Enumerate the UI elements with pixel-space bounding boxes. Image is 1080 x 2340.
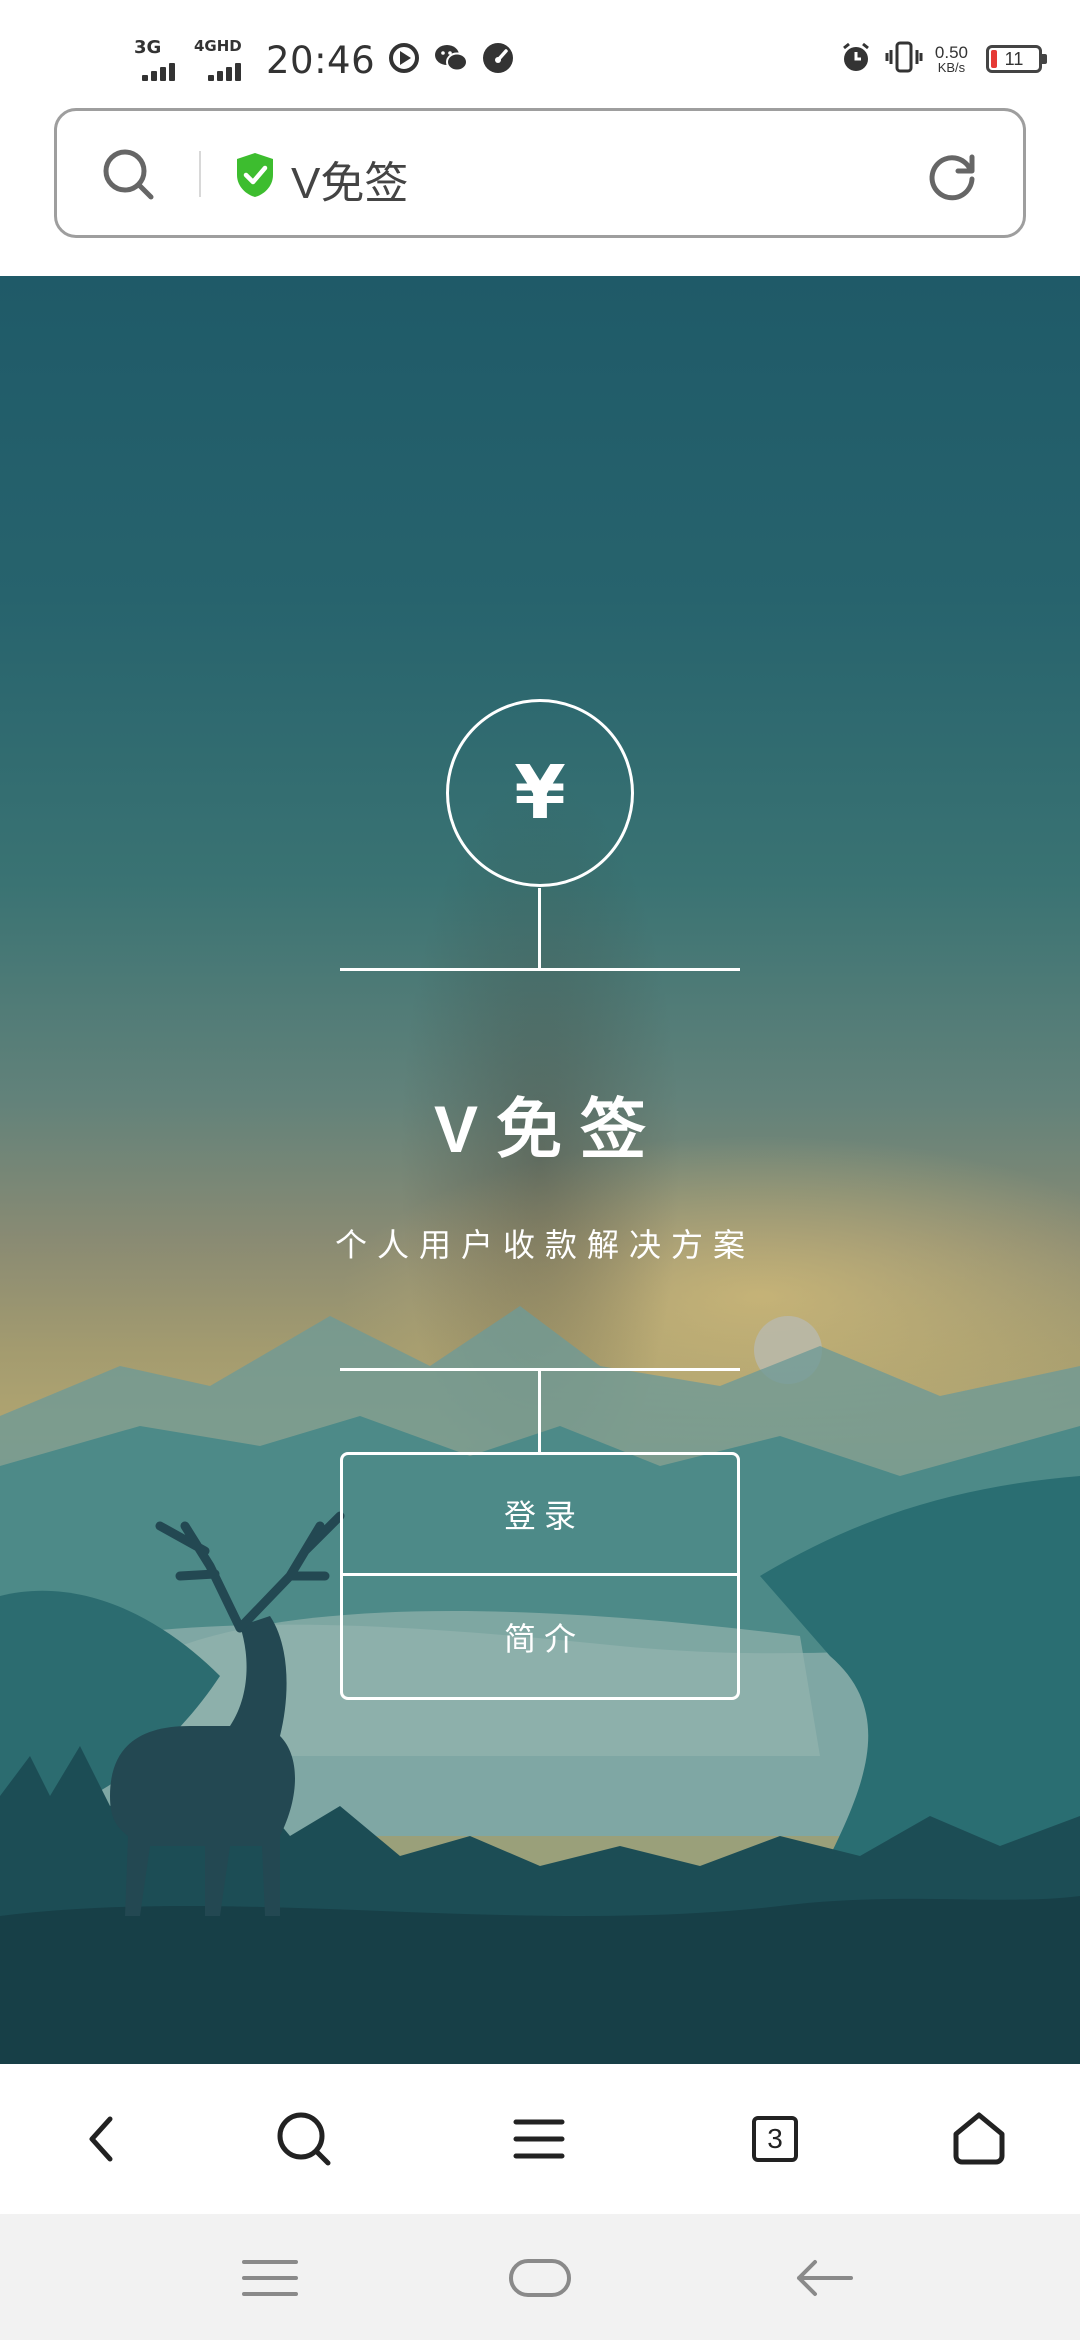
system-back-icon[interactable] bbox=[784, 2248, 864, 2308]
clock: 20:46 bbox=[266, 38, 376, 82]
divider-top bbox=[340, 968, 740, 971]
signal-3g-indicator: 3G bbox=[134, 35, 188, 85]
speedometer-icon bbox=[481, 41, 515, 80]
brand-title: V免签 bbox=[433, 1092, 665, 1166]
menu-icon[interactable] bbox=[502, 2102, 576, 2176]
search-icon[interactable] bbox=[267, 2102, 341, 2176]
tabs-icon[interactable]: 3 bbox=[738, 2102, 812, 2176]
action-buttons: 登录 简介 bbox=[340, 1452, 740, 1700]
status-bar: 3G 4GHD 20:46 0.50 KB/s 11 bbox=[0, 0, 1080, 110]
home-icon[interactable] bbox=[942, 2102, 1016, 2176]
signal-bars-icon bbox=[208, 63, 241, 81]
brand-subtitle: 个人用户收款解决方案 bbox=[334, 1227, 755, 1263]
play-icon bbox=[387, 41, 421, 80]
reload-icon[interactable] bbox=[925, 149, 979, 208]
connector-line-bottom bbox=[538, 1371, 541, 1453]
back-icon[interactable] bbox=[64, 2102, 138, 2176]
tabs-count: 3 bbox=[752, 2116, 798, 2162]
status-bar-right: 0.50 KB/s 11 bbox=[839, 34, 1047, 84]
address-bar[interactable]: V免签 bbox=[54, 108, 1026, 238]
network-type-1: 3G bbox=[134, 37, 162, 58]
yen-symbol: ¥ bbox=[514, 750, 566, 836]
login-button[interactable]: 登录 bbox=[343, 1455, 737, 1576]
logo-circle: ¥ bbox=[446, 699, 634, 887]
system-navigation-bar bbox=[0, 2214, 1080, 2340]
signal-4g-indicator: 4GHD bbox=[194, 35, 256, 85]
hero-section: ¥ V免签 个人用户收款解决方案 登录 简介 bbox=[0, 276, 1080, 2064]
battery-icon: 11 bbox=[986, 45, 1047, 73]
network-speed-value: 0.50 bbox=[934, 43, 968, 62]
address-divider bbox=[199, 151, 201, 197]
network-speed-unit: KB/s bbox=[937, 60, 966, 75]
alarm-icon bbox=[839, 40, 873, 79]
wechat-icon bbox=[433, 41, 469, 80]
intro-button[interactable]: 简介 bbox=[343, 1576, 737, 1697]
connector-line-top bbox=[538, 888, 541, 968]
search-icon[interactable] bbox=[101, 147, 157, 208]
network-type-2: 4GHD bbox=[194, 37, 242, 55]
status-bar-left: 3G 4GHD 20:46 bbox=[134, 30, 515, 90]
home-pill-icon[interactable] bbox=[500, 2248, 580, 2308]
battery-level: 11 bbox=[1004, 48, 1024, 69]
vibrate-icon bbox=[885, 40, 923, 79]
secure-shield-icon bbox=[233, 151, 277, 204]
browser-toolbar: 3 bbox=[0, 2064, 1080, 2214]
recent-apps-icon[interactable] bbox=[230, 2248, 310, 2308]
signal-bars-icon bbox=[142, 63, 175, 81]
network-speed: 0.50 KB/s bbox=[935, 44, 968, 74]
page-title[interactable]: V免签 bbox=[291, 147, 408, 211]
